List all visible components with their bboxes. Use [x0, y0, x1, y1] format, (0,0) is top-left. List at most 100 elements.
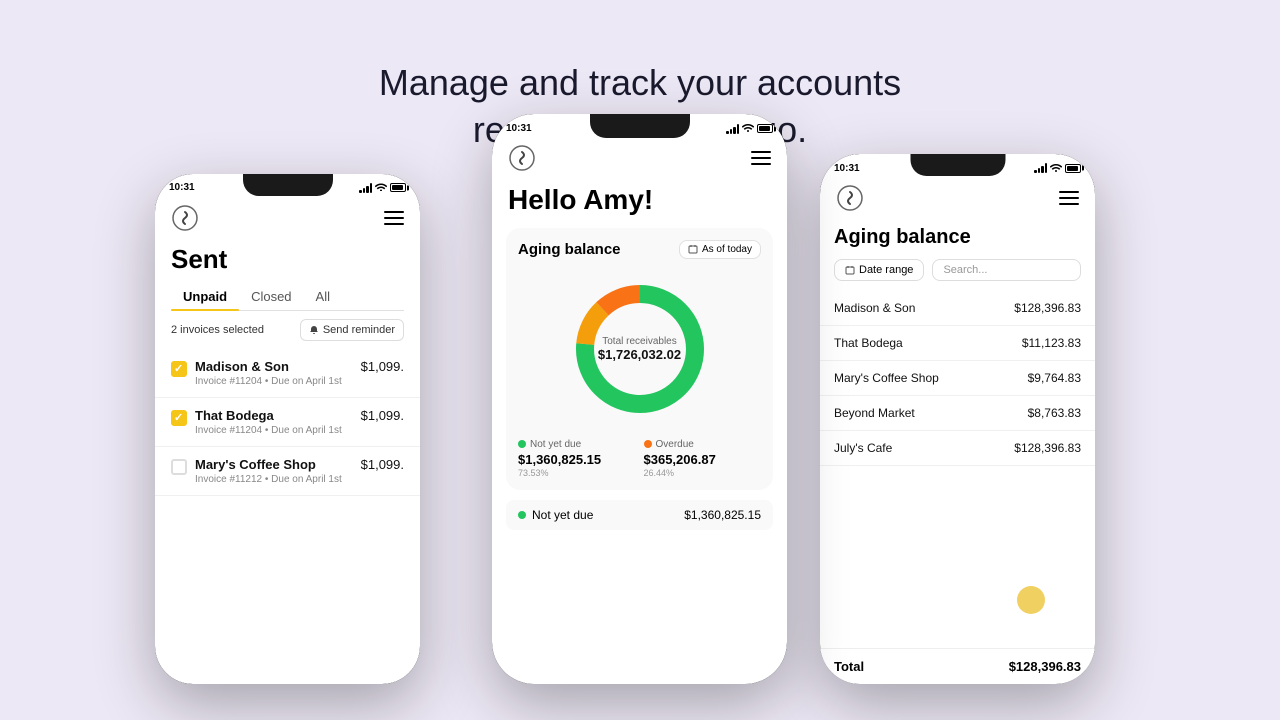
not-yet-due-bottom-left: Not yet due — [518, 508, 593, 522]
client-name-1: That Bodega — [834, 336, 903, 350]
client-row-0[interactable]: Madison & Son $128,396.83 — [820, 291, 1095, 326]
phones-container: 10:31 — [0, 184, 1280, 684]
client-amount-3: $8,763.83 — [1028, 406, 1081, 420]
date-range-label: Date range — [859, 264, 913, 276]
overdue-key: Overdue — [656, 439, 694, 450]
aging-card: Aging balance As of today — [506, 228, 773, 490]
invoice-meta-0: Invoice #11204 • Due on April 1st — [195, 376, 353, 387]
signal-center — [726, 124, 739, 134]
invoice-details-0: Madison & Son Invoice #11204 • Due on Ap… — [195, 359, 353, 387]
client-name-3: Beyond Market — [834, 406, 915, 420]
time-center: 10:31 — [506, 123, 532, 134]
client-amount-2: $9,764.83 — [1028, 371, 1081, 385]
search-field[interactable]: Search... — [932, 259, 1081, 281]
donut-chart: Total receivables $1,726,032.02 — [518, 269, 761, 429]
send-reminder-button[interactable]: Send reminder — [300, 319, 404, 341]
client-name-4: July's Cafe — [834, 441, 892, 455]
time-right: 10:31 — [834, 163, 860, 174]
client-row-1[interactable]: That Bodega $11,123.83 — [820, 326, 1095, 361]
phone-right: 10:31 — [820, 154, 1095, 684]
battery-center — [757, 124, 773, 133]
status-icons-right — [1034, 163, 1081, 174]
avatar — [1017, 586, 1045, 614]
legend-row: Not yet due $1,360,825.15 73.53% Overdue… — [518, 439, 761, 478]
phone-left-screen: 10:31 — [155, 174, 420, 684]
total-amount: $128,396.83 — [1009, 659, 1081, 674]
invoice-name-1: That Bodega — [195, 408, 353, 423]
orange-dot — [644, 440, 652, 448]
invoice-meta-1: Invoice #11204 • Due on April 1st — [195, 425, 353, 436]
client-amount-1: $11,123.83 — [1022, 336, 1081, 350]
tab-closed[interactable]: Closed — [239, 283, 303, 310]
phone-center: 10:31 — [492, 114, 787, 684]
menu-right[interactable] — [1059, 191, 1079, 205]
not-yet-due-bottom-row: Not yet due $1,360,825.15 — [506, 500, 773, 530]
date-range-button[interactable]: Date range — [834, 259, 924, 281]
total-label: Total — [834, 659, 864, 674]
battery-right — [1065, 164, 1081, 173]
app-header-center — [492, 136, 787, 180]
client-row-4[interactable]: July's Cafe $128,396.83 — [820, 431, 1095, 466]
not-yet-due-key: Not yet due — [530, 439, 581, 450]
invoice-details-1: That Bodega Invoice #11204 • Due on Apri… — [195, 408, 353, 436]
aging-balance-title: Aging balance — [820, 220, 1095, 259]
invoice-row-1: That Bodega Invoice #11204 • Due on Apri… — [155, 398, 420, 447]
status-icons-left — [359, 182, 406, 193]
checkbox-0[interactable] — [171, 361, 187, 377]
total-row: Total $128,396.83 — [820, 648, 1095, 684]
app-header-right — [820, 176, 1095, 220]
overdue-pct: 26.44% — [644, 468, 762, 478]
invoice-amount-0: $1,099. — [361, 359, 404, 374]
phone-right-notch — [910, 154, 1005, 176]
phone-right-screen: 10:31 — [820, 154, 1095, 684]
client-name-0: Madison & Son — [834, 301, 915, 315]
invoice-row-0: Madison & Son Invoice #11204 • Due on Ap… — [155, 349, 420, 398]
aging-header: Aging balance As of today — [518, 240, 761, 259]
phone-left-notch — [243, 174, 333, 196]
aging-title: Aging balance — [518, 241, 621, 258]
checkbox-2[interactable] — [171, 459, 187, 475]
status-icons-center — [726, 123, 773, 134]
wifi-right — [1050, 163, 1062, 174]
not-yet-due-pct: 73.53% — [518, 468, 636, 478]
logo-right — [836, 184, 864, 212]
logo-center — [508, 144, 536, 172]
legend-not-yet-due: Not yet due $1,360,825.15 73.53% — [518, 439, 636, 478]
client-row-3[interactable]: Beyond Market $8,763.83 — [820, 396, 1095, 431]
legend-overdue: Overdue $365,206.87 26.44% — [644, 439, 762, 478]
tab-all[interactable]: All — [304, 283, 342, 310]
total-amount: $1,726,032.02 — [598, 347, 681, 362]
battery-left — [390, 183, 406, 192]
calendar-icon-right — [845, 265, 855, 275]
logo-left — [171, 204, 199, 232]
bell-icon — [309, 325, 319, 335]
sent-title: Sent — [155, 240, 420, 283]
client-row-2[interactable]: Mary's Coffee Shop $9,764.83 — [820, 361, 1095, 396]
tabs-row: Unpaid Closed All — [171, 283, 404, 311]
client-name-2: Mary's Coffee Shop — [834, 371, 939, 385]
as-of-today: As of today — [679, 240, 761, 259]
green-dot — [518, 440, 526, 448]
invoice-amount-2: $1,099. — [361, 457, 404, 472]
phone-center-notch — [590, 114, 690, 138]
bottom-not-yet-due-label: Not yet due — [532, 508, 593, 522]
phone-center-screen: 10:31 — [492, 114, 787, 684]
tab-unpaid[interactable]: Unpaid — [171, 283, 239, 310]
search-placeholder: Search... — [943, 264, 987, 276]
overdue-value: $365,206.87 — [644, 452, 762, 467]
filter-row: Date range Search... — [820, 259, 1095, 291]
green-dot-bottom — [518, 511, 526, 519]
phone-left: 10:31 — [155, 174, 420, 684]
menu-center[interactable] — [751, 151, 771, 165]
send-reminder-label: Send reminder — [323, 324, 395, 336]
bottom-not-yet-due-amount: $1,360,825.15 — [684, 508, 761, 522]
client-amount-0: $128,396.83 — [1014, 301, 1081, 315]
invoice-name-0: Madison & Son — [195, 359, 353, 374]
invoice-meta-2: Invoice #11212 • Due on April 1st — [195, 474, 353, 485]
donut-center: Total receivables $1,726,032.02 — [598, 336, 681, 362]
invoice-details-2: Mary's Coffee Shop Invoice #11212 • Due … — [195, 457, 353, 485]
checkbox-1[interactable] — [171, 410, 187, 426]
greeting: Hello Amy! — [492, 180, 787, 228]
menu-left[interactable] — [384, 211, 404, 225]
wifi-center — [742, 123, 754, 134]
